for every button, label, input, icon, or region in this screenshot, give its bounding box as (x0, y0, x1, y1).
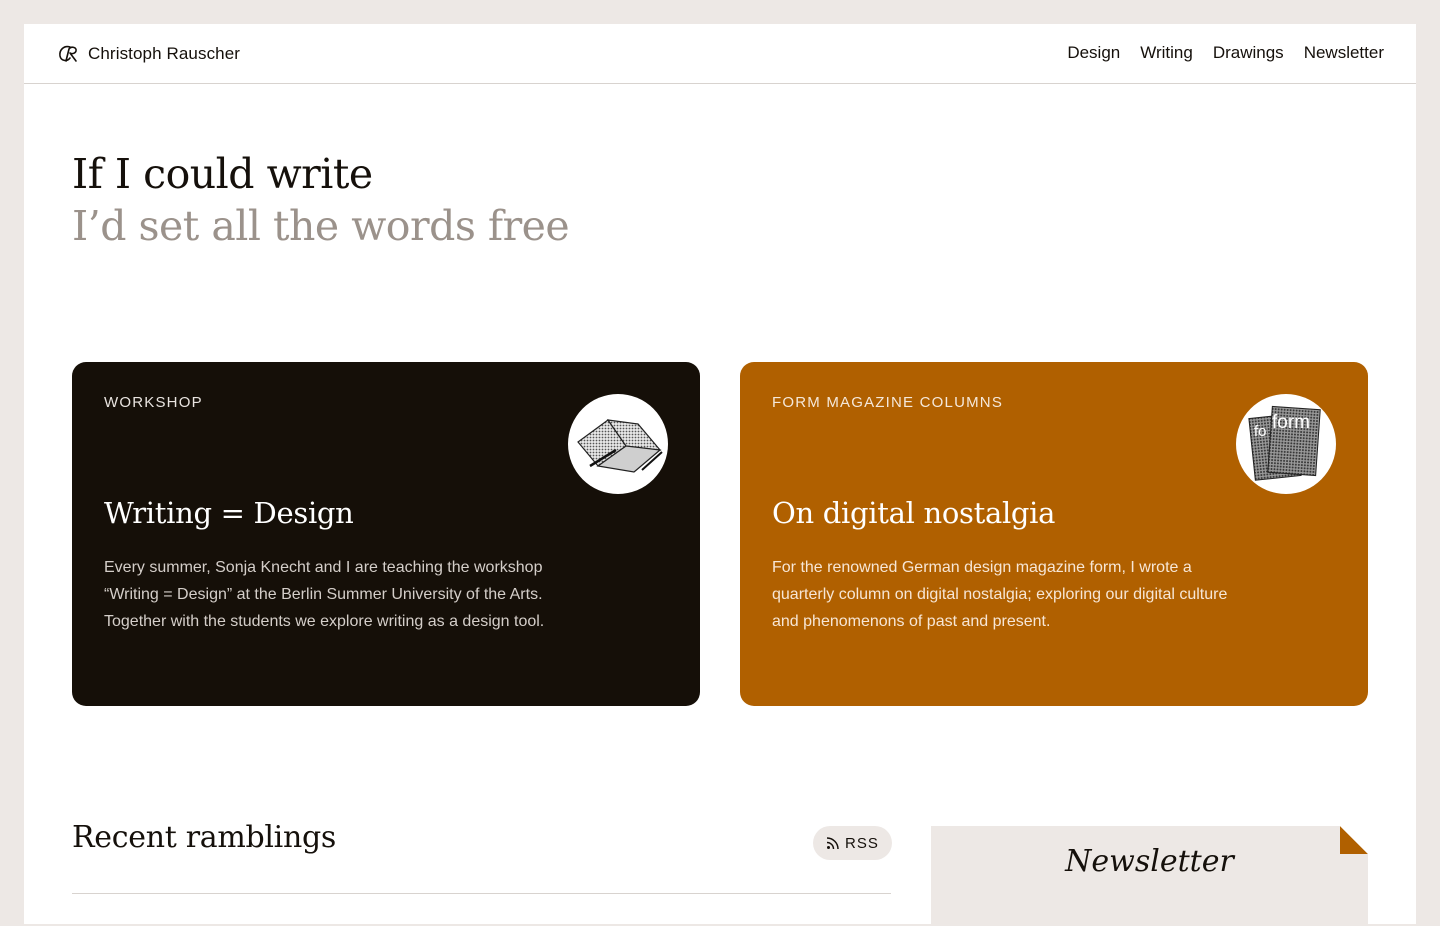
card-image: fo form (1236, 394, 1336, 494)
hero-line-primary: If I could write (72, 150, 373, 198)
workshop-card[interactable]: WORKSHOP Writing = Design Every summer, … (72, 362, 700, 706)
card-image (568, 394, 668, 494)
svg-text:fo: fo (1254, 423, 1267, 440)
rss-label: RSS (845, 834, 879, 852)
rss-button[interactable]: RSS (813, 826, 892, 860)
nav-link-design[interactable]: Design (1067, 43, 1120, 63)
card-description: For the renowned German design magazine … (772, 559, 1228, 630)
hero-line-secondary: I’d set all the words free (72, 202, 570, 250)
nav-link-newsletter[interactable]: Newsletter (1304, 43, 1384, 63)
form-magazine-icon: fo form (1248, 405, 1321, 481)
card-description: Every summer, Sonja Knecht and I are tea… (104, 559, 545, 630)
home-link[interactable]: Christoph Rauscher (56, 42, 240, 66)
page-frame: Christoph Rauscher Design Writing Drawin… (24, 24, 1416, 926)
nav-link-writing[interactable]: Writing (1140, 43, 1193, 63)
rss-icon (826, 837, 839, 850)
main-nav: Design Writing Drawings Newsletter (1067, 43, 1384, 63)
card-title: Writing = Design (104, 496, 354, 530)
form-columns-card[interactable]: FORM MAGAZINE COLUMNS fo form On digital… (740, 362, 1368, 706)
section-divider (72, 893, 891, 894)
brand-name: Christoph Rauscher (88, 44, 241, 63)
open-notebook-icon (577, 419, 663, 473)
cr-monogram-icon (59, 45, 77, 62)
card-title: On digital nostalgia (772, 496, 1056, 530)
newsletter-heading: Newsletter (1065, 844, 1234, 879)
newsletter-box: Newsletter (931, 826, 1368, 926)
top-navigation-bar: Christoph Rauscher Design Writing Drawin… (24, 24, 1416, 84)
recent-ramblings-heading: Recent ramblings (72, 820, 336, 855)
nav-link-drawings[interactable]: Drawings (1213, 43, 1284, 63)
hero-heading: If I could write I’d set all the words f… (72, 148, 570, 252)
magazine-cover-text: form (1272, 412, 1310, 433)
